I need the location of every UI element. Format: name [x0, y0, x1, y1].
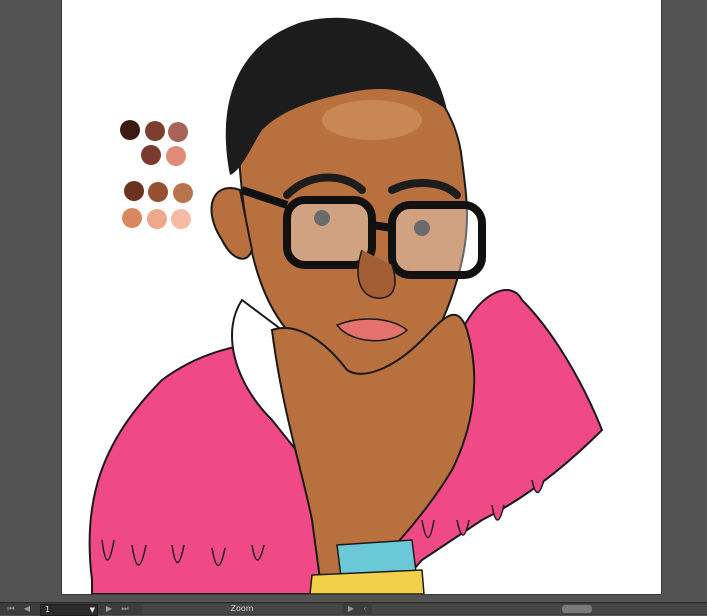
palette-swatch[interactable] [171, 209, 191, 229]
zoom-display[interactable]: Zoom [142, 604, 342, 614]
palette-swatch[interactable] [173, 183, 193, 203]
next-page-icon[interactable]: ▶ [104, 604, 114, 614]
left-eye [314, 210, 330, 226]
forehead-highlight [322, 100, 422, 140]
palette-swatch[interactable] [122, 208, 142, 228]
palette-swatch[interactable] [124, 181, 144, 201]
last-page-icon[interactable]: ⏭ [120, 604, 130, 614]
artboard[interactable] [62, 0, 661, 594]
status-bar: ⏮ ◀ 1 ▼ ▶ ⏭ Zoom ▶ ‹ [0, 602, 707, 616]
horizontal-scrollbar[interactable] [372, 604, 707, 614]
palette-swatch[interactable] [168, 122, 188, 142]
zoom-label: Zoom [230, 604, 254, 613]
palette-swatch[interactable] [145, 121, 165, 141]
palette-swatch[interactable] [148, 182, 168, 202]
first-page-icon[interactable]: ⏮ [6, 604, 16, 614]
illustration [88, 17, 604, 594]
palette-swatch[interactable] [166, 146, 186, 166]
palette-swatch[interactable] [120, 120, 140, 140]
page-number-field[interactable]: 1 ▼ [40, 604, 98, 616]
palette-swatch[interactable] [147, 209, 167, 229]
right-eye [414, 220, 430, 236]
palette-swatch[interactable] [141, 145, 161, 165]
bracelet [309, 569, 425, 594]
color-palette[interactable] [120, 120, 193, 229]
canvas-area[interactable] [0, 0, 707, 602]
prev-page-icon[interactable]: ◀ [22, 604, 32, 614]
scrollbar-thumb[interactable] [562, 605, 592, 613]
play-icon[interactable]: ▶ [346, 604, 356, 614]
scroll-left-icon[interactable]: ‹ [360, 604, 370, 614]
